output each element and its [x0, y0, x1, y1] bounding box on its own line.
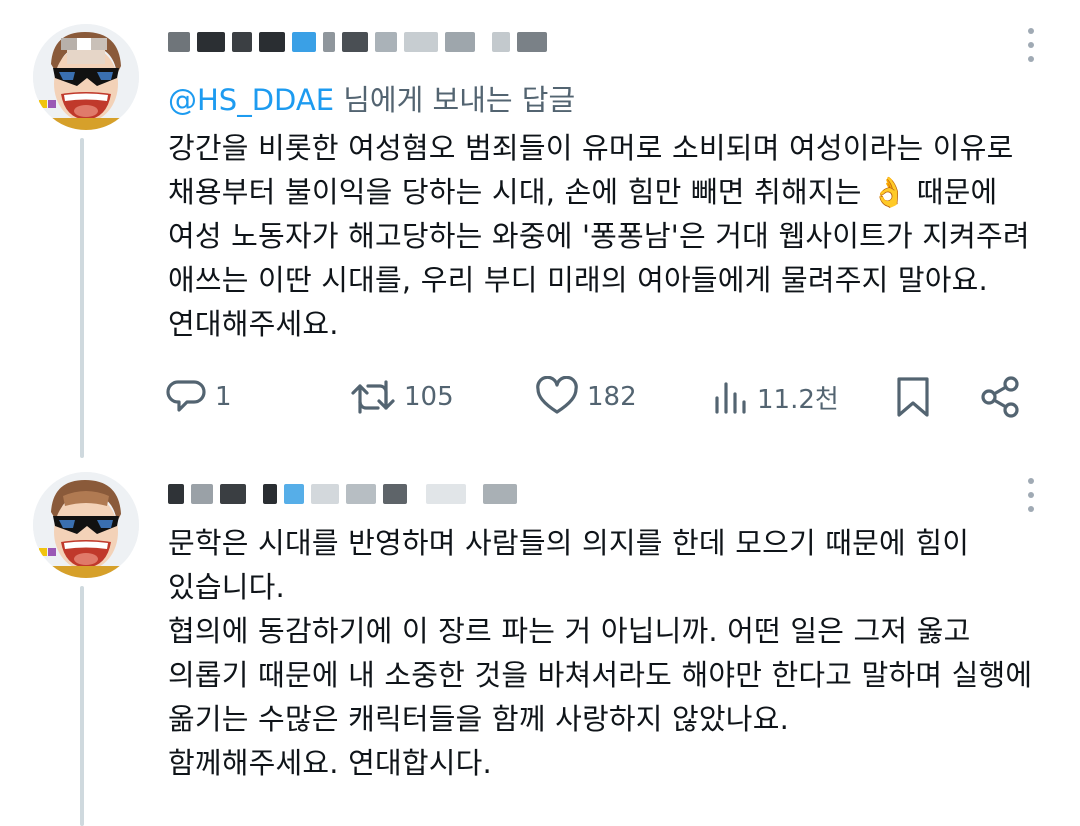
tweet-text: 문학은 시대를 반영하며 사람들의 의지를 한데 모으기 때문에 힘이 있습니다…: [168, 526, 1033, 780]
display-name-redacted[interactable]: [168, 477, 517, 511]
views-button[interactable]: 11.2천: [713, 372, 839, 422]
thread-line: [80, 586, 84, 826]
share-icon: [981, 376, 1019, 418]
share-button[interactable]: [980, 372, 1022, 422]
like-count: 182: [587, 382, 637, 412]
retweet-count: 105: [404, 382, 454, 412]
reply-context-label: 님에게 보내는 답글: [334, 83, 576, 117]
retweet-icon: [351, 380, 395, 414]
views-count: 11.2천: [757, 384, 839, 415]
bookmark-icon: [897, 377, 929, 417]
reply-icon: [166, 380, 206, 412]
reply-handle-link[interactable]: @HS_DDAE: [168, 83, 334, 117]
like-button[interactable]: 182: [535, 372, 637, 422]
more-options-icon[interactable]: [1026, 478, 1036, 512]
avatar[interactable]: [33, 472, 139, 578]
reply-context: @HS_DDAE 님에게 보내는 답글: [168, 77, 575, 119]
retweet-button[interactable]: 105: [350, 372, 454, 422]
tweet-text: 강간을 비롯한 여성혐오 범죄들이 유머로 소비되며 여성이라는 이유로 채용부…: [168, 131, 1030, 341]
avatar[interactable]: [33, 24, 139, 130]
bookmark-button[interactable]: [893, 372, 933, 422]
more-options-icon[interactable]: [1026, 28, 1036, 62]
display-name-redacted[interactable]: [168, 25, 547, 59]
reply-button[interactable]: 1: [165, 372, 232, 422]
views-icon: [715, 382, 746, 414]
thread-line: [80, 138, 84, 458]
heart-icon: [536, 376, 578, 414]
tweet-actions: 1 105 182 11.2천: [165, 372, 1035, 422]
reply-count: 1: [215, 382, 232, 412]
